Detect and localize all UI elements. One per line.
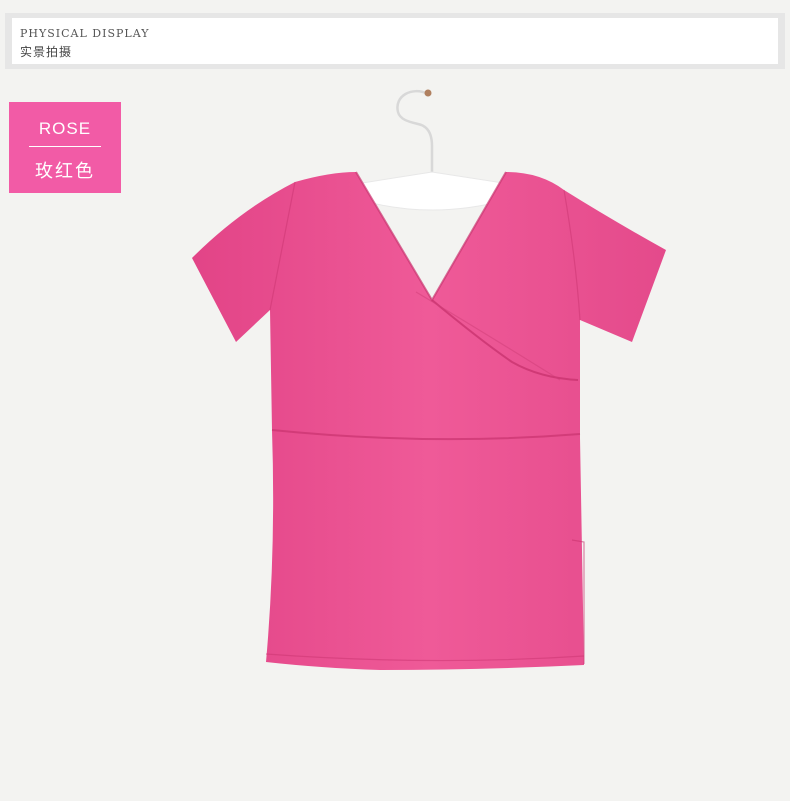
header-banner: PHYSICAL DISPLAY 实景拍摄 (12, 18, 778, 64)
header-title-en: PHYSICAL DISPLAY (20, 27, 150, 40)
header-title-cn: 实景拍摄 (20, 45, 73, 59)
color-name-cn: 玫红色 (35, 161, 95, 182)
color-tag-divider (29, 146, 101, 147)
color-tag: ROSE 玫红色 (9, 102, 121, 193)
hanger-icon (355, 89, 511, 211)
t-shirt (192, 171, 666, 670)
header-frame: PHYSICAL DISPLAY 实景拍摄 (5, 13, 785, 69)
color-name-en: ROSE (38, 119, 92, 138)
product-photo (192, 89, 666, 670)
